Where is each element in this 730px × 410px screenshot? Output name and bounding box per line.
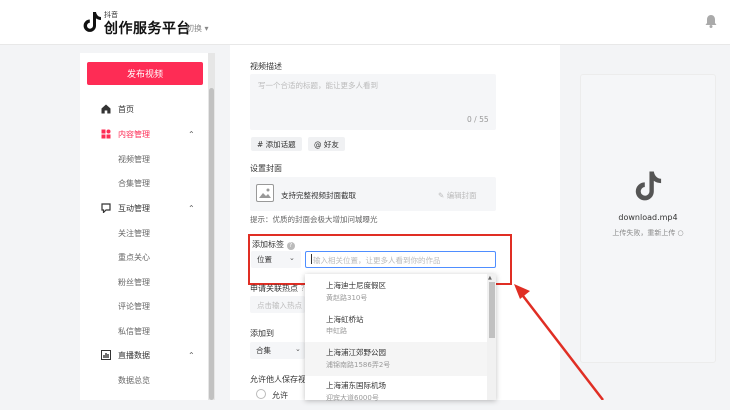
sidebar-item-follow-management[interactable]: 关注管理 bbox=[118, 228, 150, 239]
sidebar-item-message-management[interactable]: 私信管理 bbox=[118, 326, 150, 337]
add-topic-button[interactable]: # 添加话题 bbox=[251, 137, 302, 151]
mention-friend-button[interactable]: @ 好友 bbox=[308, 137, 345, 151]
sidebar-item-data-overview[interactable]: 数据总览 bbox=[118, 375, 150, 386]
desc-label: 视频描述 bbox=[250, 62, 282, 71]
allow-radio[interactable] bbox=[256, 389, 266, 399]
brand-title[interactable]: 创作服务平台 bbox=[104, 18, 191, 38]
option-title: 上海迪士尼度假区 bbox=[326, 281, 386, 290]
option-address: 迎宾大道6000号 bbox=[326, 394, 379, 402]
upload-retry-link[interactable]: 上传失败，重新上传 ○ bbox=[580, 228, 716, 238]
sidebar-item-comment-management[interactable]: 评论管理 bbox=[118, 301, 150, 312]
image-icon bbox=[256, 184, 274, 202]
allow-radio-label: 允许 bbox=[272, 391, 288, 400]
sidebar-item-fans-management[interactable]: 粉丝管理 bbox=[118, 277, 150, 288]
sidebar-item-interaction-management[interactable]: 互动管理 bbox=[118, 203, 150, 214]
pencil-icon: ✎ bbox=[438, 191, 445, 200]
cover-hint: 提示：优质的封面会极大增加问城曝光 bbox=[250, 215, 378, 224]
preview-file-name: download.mp4 bbox=[618, 213, 678, 222]
dropdown-scrollbar-thumb[interactable] bbox=[489, 282, 495, 338]
switch-account-dropdown[interactable]: 切换 ▾ bbox=[186, 23, 209, 34]
home-icon bbox=[101, 104, 111, 114]
scroll-up-icon[interactable]: ▲ bbox=[488, 275, 492, 281]
desc-placeholder: 写一个合适的标题，能让更多人看到 bbox=[258, 81, 378, 90]
collapse-content-caret-icon[interactable]: ⌃ bbox=[188, 130, 195, 139]
option-address: 浦锦南路1586弄2号 bbox=[326, 361, 391, 369]
sidebar-item-key-care[interactable]: 重点关心 bbox=[118, 252, 150, 263]
option-title: 上海浦江郊野公园 bbox=[326, 348, 386, 357]
douyin-logo-icon[interactable] bbox=[83, 11, 101, 33]
sidebar-scrollbar-thumb[interactable] bbox=[209, 88, 214, 400]
chevron-down-icon: ⌄ bbox=[295, 345, 301, 353]
publish-video-button[interactable]: 发布视频 bbox=[87, 62, 203, 85]
douyin-placeholder-icon bbox=[635, 171, 662, 201]
sidebar-item-video-management[interactable]: 视频管理 bbox=[118, 154, 150, 165]
sidebar-item-collection-management[interactable]: 合集管理 bbox=[118, 178, 150, 189]
sidebar-item-home[interactable]: 首页 bbox=[118, 104, 134, 115]
desc-char-count: 0 / 55 bbox=[467, 115, 489, 124]
option-title: 上海浦东国际机场 bbox=[326, 381, 386, 390]
top-header: 抖音 创作服务平台 切换 ▾ bbox=[0, 0, 730, 45]
collapse-interaction-caret-icon[interactable]: ⌃ bbox=[188, 204, 195, 213]
hotspot-label: 申请关联热点 ? bbox=[250, 284, 305, 293]
collapse-live-caret-icon[interactable]: ⌃ bbox=[188, 351, 195, 360]
allow-save-label: 允许他人保存视 bbox=[250, 375, 306, 384]
add-to-label: 添加到 bbox=[250, 329, 274, 338]
option-title: 上海虹桥站 bbox=[326, 315, 364, 324]
option-address: 黄赵路310号 bbox=[326, 294, 368, 302]
sidebar-item-live-data[interactable]: 直播数据 bbox=[118, 350, 150, 361]
grid-icon bbox=[101, 129, 111, 139]
sidebar-item-content-management[interactable]: 内容管理 bbox=[118, 129, 150, 140]
chart-icon bbox=[101, 350, 111, 360]
cover-label: 设置封面 bbox=[250, 164, 282, 173]
option-address: 申虹路 bbox=[326, 327, 347, 335]
notification-bell-icon[interactable] bbox=[705, 14, 717, 28]
interaction-icon bbox=[101, 203, 111, 213]
hotspot-placeholder: 点击输入热点 bbox=[257, 301, 302, 310]
edit-cover-button[interactable]: ✎ 编辑封面 bbox=[438, 190, 477, 201]
cover-description: 支持完整视频封面截取 bbox=[281, 191, 356, 200]
